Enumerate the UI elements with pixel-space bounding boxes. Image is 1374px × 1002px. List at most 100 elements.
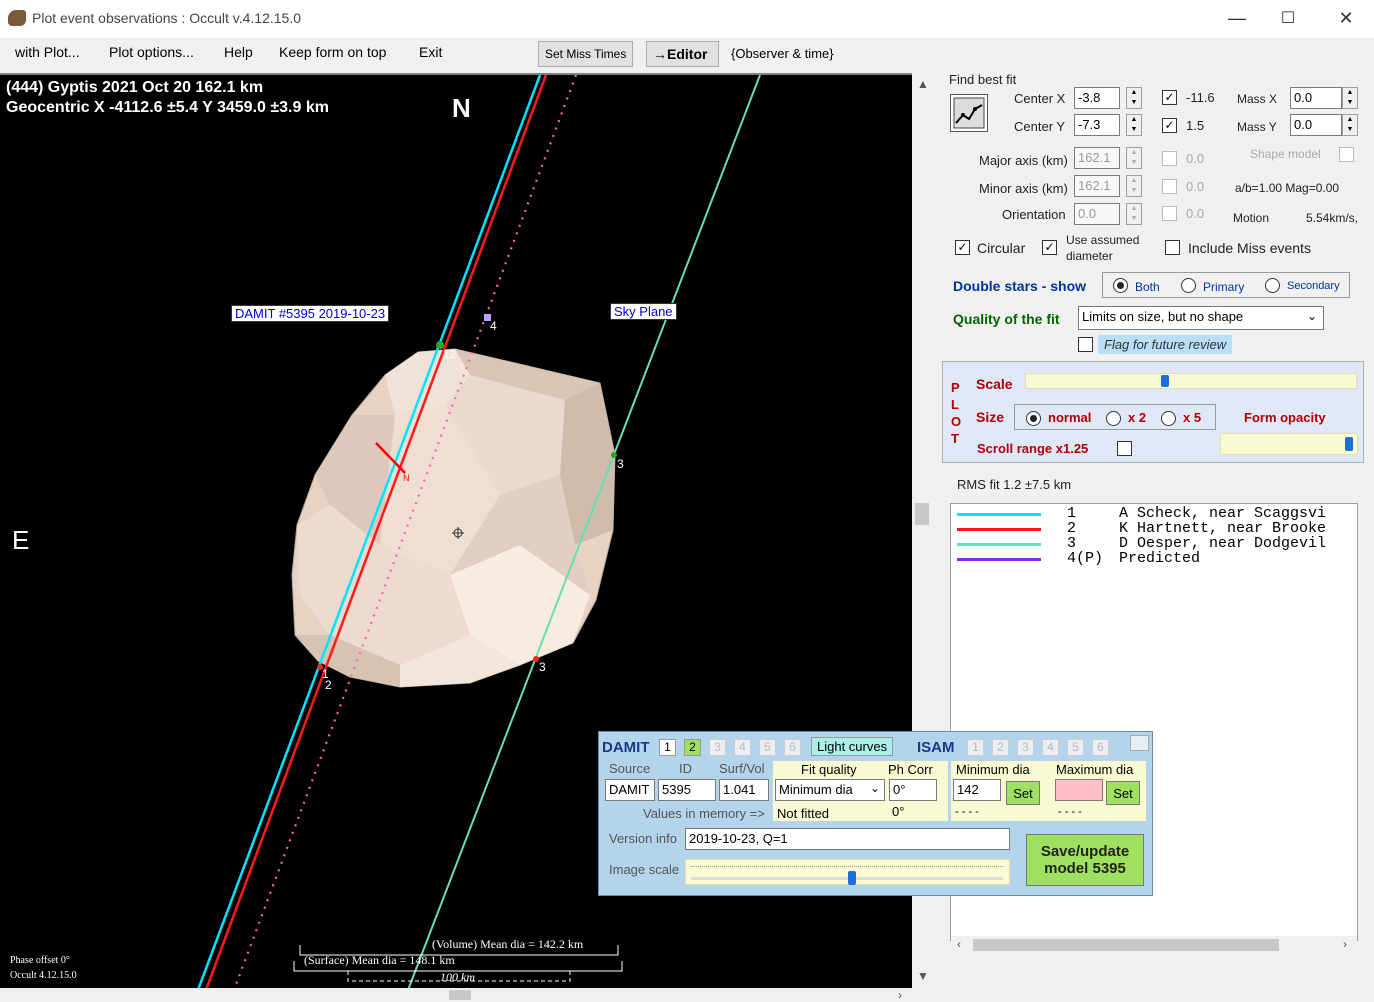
sky-plane-label: Sky Plane xyxy=(610,303,677,320)
minimize-icon[interactable]: — xyxy=(1222,8,1252,29)
id-field[interactable]: 5395 xyxy=(658,779,716,801)
radio-secondary[interactable] xyxy=(1265,278,1280,293)
scroll-range-checkbox[interactable] xyxy=(1117,441,1132,456)
hscroll-thumb[interactable] xyxy=(449,990,471,1000)
isam-tab-6[interactable]: 6 xyxy=(1092,739,1109,756)
damit-panel-close[interactable] xyxy=(1130,735,1149,751)
light-curves-button[interactable]: Light curves xyxy=(811,737,894,756)
maximize-icon[interactable]: ☐ xyxy=(1273,8,1303,28)
center-x-spinner[interactable]: ▲ ▼ xyxy=(1126,87,1142,109)
damit-tab-4[interactable]: 4 xyxy=(734,739,751,756)
menu-help[interactable]: Help xyxy=(224,44,253,60)
center-y-checkbox[interactable]: ✓ xyxy=(1162,118,1177,133)
include-miss-checkbox[interactable] xyxy=(1165,240,1180,255)
mass-y-spinner[interactable]: ▲ ▼ xyxy=(1342,114,1358,136)
use-assumed-checkbox[interactable]: ✓ xyxy=(1042,240,1057,255)
orientation-check-value: 0.0 xyxy=(1186,206,1205,221)
save-button-line2: model 5395 xyxy=(1044,860,1126,877)
size-x5-radio[interactable] xyxy=(1161,411,1176,426)
min-dia-field[interactable]: 142 xyxy=(953,779,1001,801)
minor-axis-field[interactable]: 162.1 xyxy=(1074,175,1120,197)
menu-keep-on-top[interactable]: Keep form on top xyxy=(279,44,386,60)
radio-primary[interactable] xyxy=(1181,278,1196,293)
circular-checkbox[interactable]: ✓ xyxy=(955,240,970,255)
isam-tab-2[interactable]: 2 xyxy=(992,739,1009,756)
surface-dia-label: (Surface) Mean dia = 148.1 km xyxy=(304,953,455,967)
surfvol-field[interactable]: 1.041 xyxy=(719,779,769,801)
set-max-dia-button[interactable]: Set xyxy=(1106,781,1140,805)
image-scale-slider[interactable] xyxy=(685,859,1010,885)
mass-y-field[interactable]: 0.0 xyxy=(1290,114,1342,136)
menu-plot-options[interactable]: Plot options... xyxy=(109,44,194,60)
horizontal-scrollbar[interactable]: › xyxy=(0,988,912,1002)
scroll-down-icon[interactable]: ▼ xyxy=(917,969,929,983)
mass-x-field[interactable]: 0.0 xyxy=(1290,87,1342,109)
minor-axis-checkbox[interactable] xyxy=(1162,179,1177,194)
damit-tab-3[interactable]: 3 xyxy=(709,739,726,756)
editor-button[interactable]: →Editor xyxy=(646,41,719,67)
max-dia-field[interactable] xyxy=(1055,779,1103,801)
image-scale-thumb[interactable] xyxy=(848,871,856,885)
minor-axis-spinner[interactable]: ▲ ▼ xyxy=(1126,175,1142,197)
isam-tab-4[interactable]: 4 xyxy=(1042,739,1059,756)
scale-slider-thumb[interactable] xyxy=(1161,375,1169,387)
quality-select[interactable]: Limits on size, but no shape ⌄ xyxy=(1078,306,1324,330)
orientation-field[interactable]: 0.0 xyxy=(1074,203,1120,225)
scroll-up-icon[interactable]: ▲ xyxy=(917,77,929,91)
legend-color-swatch xyxy=(957,558,1041,561)
fit-quality-select[interactable]: Minimum dia ⌄ xyxy=(775,779,885,801)
size-x2-radio[interactable] xyxy=(1106,411,1121,426)
menu-with-plot[interactable]: with Plot... xyxy=(15,44,80,60)
isam-tab-3[interactable]: 3 xyxy=(1017,739,1034,756)
mass-x-spinner[interactable]: ▲ ▼ xyxy=(1342,87,1358,109)
scroll-left-icon[interactable]: ‹ xyxy=(957,937,961,951)
find-best-fit-button[interactable] xyxy=(950,94,988,132)
mass-x-label: Mass X xyxy=(1237,92,1278,106)
legend-row[interactable]: 4(P) Predicted xyxy=(951,550,1357,568)
orientation-checkbox[interactable] xyxy=(1162,206,1177,221)
damit-tab-6[interactable]: 6 xyxy=(784,739,801,756)
menu-exit[interactable]: Exit xyxy=(419,44,442,60)
legend-hscroll[interactable]: ‹ › xyxy=(951,936,1357,954)
scale-bar-label: 100 km xyxy=(440,970,475,984)
damit-tab-1[interactable]: 1 xyxy=(659,739,676,756)
scroll-thumb[interactable] xyxy=(915,503,929,525)
isam-tab-5[interactable]: 5 xyxy=(1067,739,1084,756)
center-x-checkbox[interactable]: ✓ xyxy=(1162,90,1177,105)
radio-both[interactable] xyxy=(1113,278,1128,293)
size-x2-label: x 2 xyxy=(1128,410,1147,425)
damit-panel: DAMIT 1 2 3 4 5 6 Light curves ISAM 1 2 … xyxy=(598,731,1153,896)
chord-label-2: 2 xyxy=(325,678,332,692)
flag-review-checkbox[interactable] xyxy=(1078,337,1093,352)
observer-time-label[interactable]: {Observer & time} xyxy=(731,46,834,61)
max-dia-memory: - - - - xyxy=(1058,806,1082,818)
save-update-model-button[interactable]: Save/update model 5395 xyxy=(1026,834,1144,886)
close-icon[interactable]: ✕ xyxy=(1331,8,1361,29)
size-normal-radio[interactable] xyxy=(1026,411,1041,426)
center-x-check-value: -11.6 xyxy=(1186,90,1215,105)
set-miss-times-button[interactable]: Set Miss Times xyxy=(538,41,633,67)
scale-slider[interactable] xyxy=(1025,373,1357,389)
isam-tab-1[interactable]: 1 xyxy=(967,739,984,756)
radio-primary-label: Primary xyxy=(1203,280,1245,294)
center-y-field[interactable]: -7.3 xyxy=(1074,114,1120,136)
ph-corr-field[interactable]: 0° xyxy=(889,779,937,801)
major-axis-field[interactable]: 162.1 xyxy=(1074,147,1120,169)
damit-tab-2[interactable]: 2 xyxy=(684,739,701,756)
orientation-spinner[interactable]: ▲ ▼ xyxy=(1126,203,1142,225)
center-x-field[interactable]: -3.8 xyxy=(1074,87,1120,109)
legend-hscroll-thumb[interactable] xyxy=(973,939,1279,951)
source-field[interactable]: DAMIT xyxy=(605,779,655,801)
form-opacity-thumb[interactable] xyxy=(1345,437,1353,451)
scroll-right-icon[interactable]: › xyxy=(898,988,902,1002)
scroll-right-icon[interactable]: › xyxy=(1343,937,1347,951)
version-info-field[interactable]: 2019-10-23, Q=1 xyxy=(685,828,1010,850)
set-min-dia-button[interactable]: Set xyxy=(1006,781,1040,805)
shape-model-checkbox[interactable] xyxy=(1339,147,1354,162)
damit-tab-5[interactable]: 5 xyxy=(759,739,776,756)
major-axis-spinner[interactable]: ▲ ▼ xyxy=(1126,147,1142,169)
form-opacity-slider[interactable] xyxy=(1220,433,1358,455)
center-y-spinner[interactable]: ▲ ▼ xyxy=(1126,114,1142,136)
major-axis-checkbox[interactable] xyxy=(1162,151,1177,166)
include-miss-label: Include Miss events xyxy=(1188,240,1311,256)
